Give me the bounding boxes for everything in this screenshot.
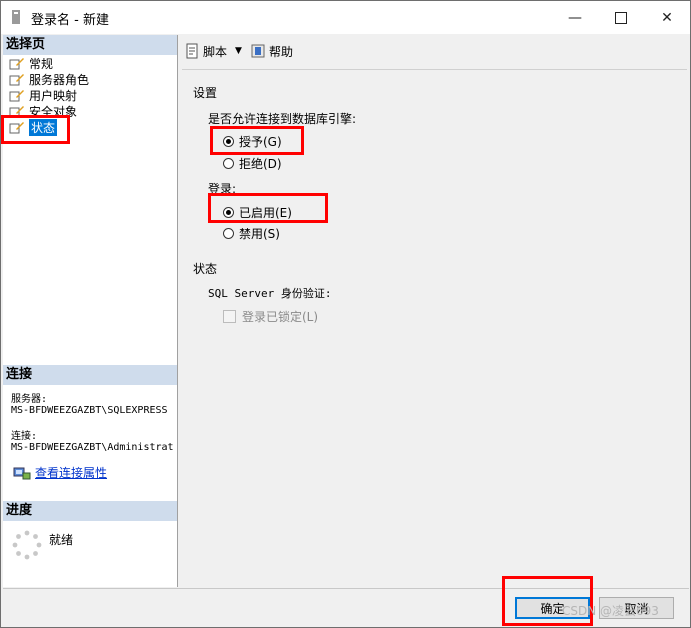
script-button[interactable]: 脚本 ▼ bbox=[184, 43, 242, 60]
annotation-highlight-status bbox=[1, 115, 70, 144]
help-button[interactable]: 帮助 bbox=[250, 43, 293, 60]
help-icon bbox=[251, 44, 265, 58]
page-item-label: 用户映射 bbox=[29, 88, 78, 103]
login-new-dialog: 登录名 - 新建 — ✕ 选择页 常规 服务器角色 用户映射 安全对象 状态 连… bbox=[0, 0, 691, 628]
page-icon bbox=[9, 90, 24, 102]
right-pane: 脚本 ▼ 帮助 设置 是否允许连接到数据库引擎: 授予(G) 拒绝(D) 登录:… bbox=[178, 35, 689, 588]
page-item-label: 服务器角色 bbox=[29, 72, 90, 87]
page-icon bbox=[9, 58, 24, 70]
app-icon bbox=[12, 10, 20, 24]
server-value: MS-BFDWEEZGAZBT\SQLEXPRESS bbox=[11, 405, 168, 416]
help-label: 帮助 bbox=[268, 44, 293, 59]
page-icon bbox=[9, 74, 24, 86]
disabled-label: 禁用(S) bbox=[239, 227, 280, 241]
progress-header: 进度 bbox=[3, 501, 177, 521]
watermark: CSDN @凌云693 bbox=[562, 604, 659, 618]
progress-status: 就绪 bbox=[49, 533, 74, 547]
view-connection-properties-label: 查看连接属性 bbox=[35, 466, 108, 480]
minimize-icon: — bbox=[568, 9, 582, 26]
select-page-header: 选择页 bbox=[3, 35, 177, 55]
maximize-icon bbox=[615, 11, 627, 24]
window-title: 登录名 - 新建 bbox=[31, 13, 109, 28]
page-item-general[interactable]: 常规 bbox=[3, 55, 177, 71]
close-icon: ✕ bbox=[661, 9, 673, 26]
maximize-button[interactable] bbox=[598, 1, 644, 34]
checkbox-icon bbox=[223, 310, 236, 323]
connection-properties-icon bbox=[13, 467, 31, 479]
disabled-radio[interactable]: 禁用(S) bbox=[223, 225, 280, 242]
minimize-button[interactable]: — bbox=[552, 1, 598, 34]
connection-header: 连接 bbox=[3, 365, 177, 385]
page-item-user-mapping[interactable]: 用户映射 bbox=[3, 87, 177, 103]
deny-radio[interactable]: 拒绝(D) bbox=[223, 155, 282, 172]
connection-label: 连接: bbox=[11, 431, 38, 442]
login-locked-label: 登录已锁定(L) bbox=[242, 310, 319, 324]
settings-header: 设置 bbox=[193, 86, 218, 100]
page-item-label: 常规 bbox=[29, 56, 54, 71]
sql-auth-label: SQL Server 身份验证: bbox=[208, 287, 332, 300]
connection-value: MS-BFDWEEZGAZBT\Administrat bbox=[11, 442, 174, 453]
title-bar: 登录名 - 新建 — ✕ bbox=[1, 1, 690, 34]
db-engine-question: 是否允许连接到数据库引擎: bbox=[208, 112, 357, 126]
toolbar: 脚本 ▼ 帮助 bbox=[178, 35, 689, 67]
view-connection-properties-link[interactable]: 查看连接属性 bbox=[13, 464, 107, 481]
page-item-server-roles[interactable]: 服务器角色 bbox=[3, 71, 177, 87]
chevron-down-icon[interactable]: ▼ bbox=[235, 46, 242, 56]
annotation-highlight-grant bbox=[210, 126, 304, 155]
login-locked-checkbox[interactable]: 登录已锁定(L) bbox=[223, 308, 318, 325]
progress-spinner-icon bbox=[12, 530, 42, 560]
deny-label: 拒绝(D) bbox=[239, 157, 282, 171]
server-label: 服务器: bbox=[11, 394, 48, 405]
radio-unselected-icon bbox=[223, 158, 234, 169]
status-header: 状态 bbox=[193, 262, 218, 276]
radio-unselected-icon bbox=[223, 228, 234, 239]
annotation-highlight-enabled bbox=[208, 193, 328, 223]
script-icon bbox=[186, 43, 198, 59]
script-label: 脚本 bbox=[203, 44, 228, 59]
close-button[interactable]: ✕ bbox=[644, 1, 690, 34]
